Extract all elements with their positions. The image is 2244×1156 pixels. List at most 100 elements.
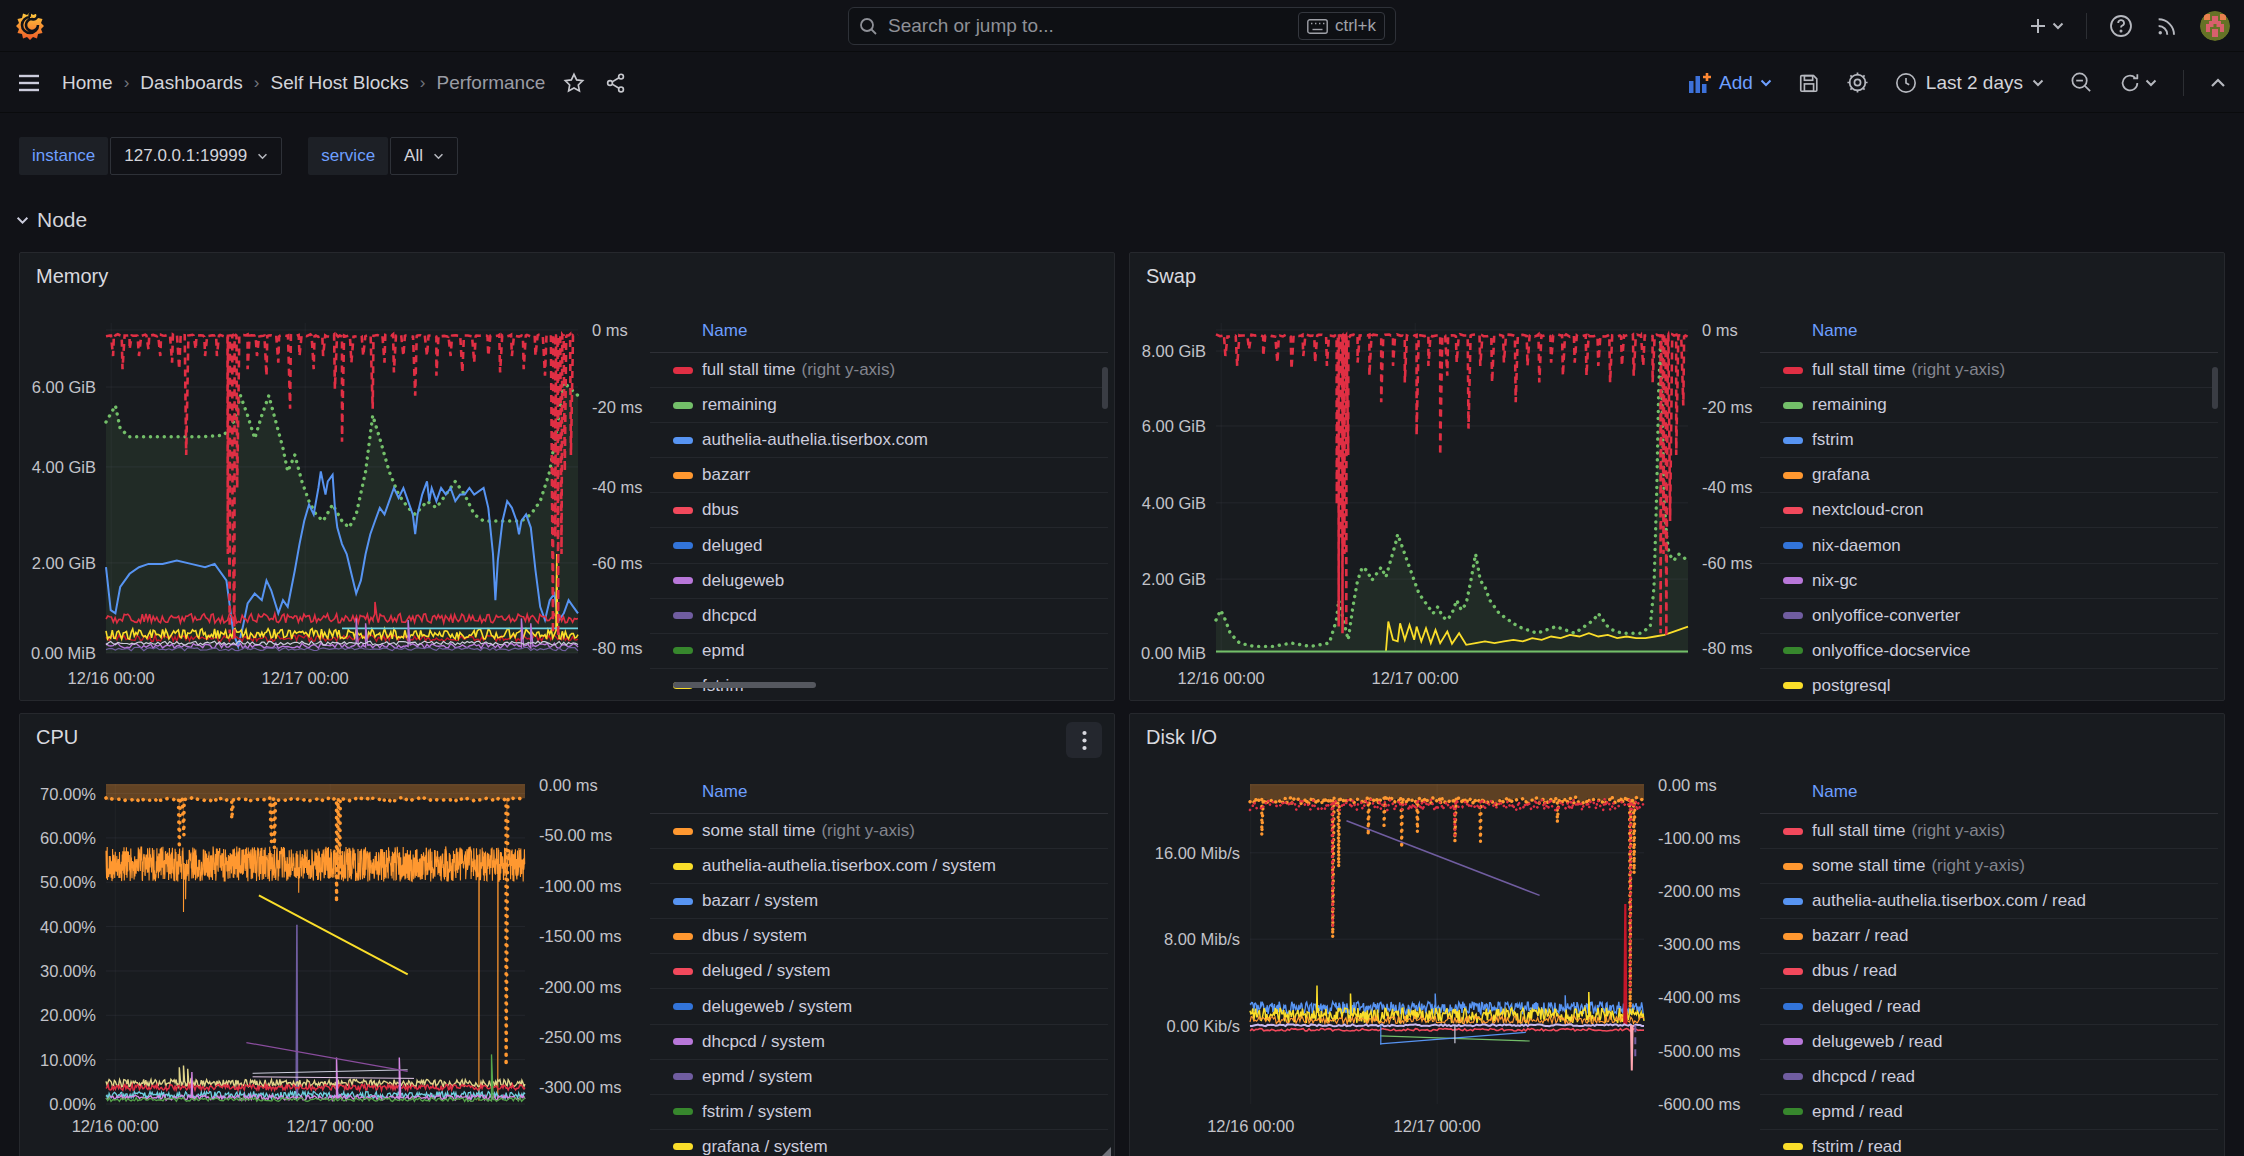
legend-item[interactable]: dbus / system [650, 919, 1108, 954]
legend-item[interactable]: nextcloud-cron [1760, 493, 2218, 528]
panel-title[interactable]: CPU [36, 726, 78, 749]
grafana-logo[interactable] [14, 10, 46, 42]
legend-suffix: (right y-axis) [821, 821, 915, 841]
zoom-out-icon[interactable] [2070, 71, 2093, 94]
legend-item[interactable]: nix-daemon [1760, 528, 2218, 563]
time-range-picker[interactable]: Last 2 days [1895, 72, 2044, 94]
variable-value-dropdown[interactable]: 127.0.0.1:19999 [110, 137, 282, 175]
legend-item[interactable]: epmd [650, 634, 1108, 669]
share-icon[interactable] [605, 72, 627, 94]
legend-label: fstrim [1812, 430, 1854, 450]
legend-item[interactable]: some stall time(right y-axis) [650, 814, 1108, 849]
breadcrumb-home[interactable]: Home [62, 72, 113, 94]
legend-item[interactable]: deluged / read [1760, 989, 2218, 1024]
series-blue-diag [1380, 1032, 1526, 1044]
legend-item[interactable]: onlyoffice-converter [1760, 599, 2218, 634]
help-button[interactable] [2109, 14, 2133, 38]
new-button[interactable] [2028, 16, 2064, 36]
legend-item[interactable]: authelia-authelia.tiserbox.com / read [1760, 884, 2218, 919]
legend-item[interactable]: fstrim / read [1760, 1130, 2218, 1156]
axis-tick-label: -60 ms [592, 554, 642, 572]
series-pink-dotted [1250, 1029, 1644, 1032]
panel-legend: Name full stall time(right y-axis)remaini… [650, 309, 1108, 700]
legend-item[interactable]: delugeweb / system [650, 989, 1108, 1024]
save-icon[interactable] [1798, 72, 1820, 94]
variable-value-dropdown[interactable]: All [390, 137, 458, 175]
avatar[interactable] [2200, 11, 2230, 41]
menu-icon[interactable] [18, 74, 40, 92]
axis-tick-label: -200.00 ms [539, 978, 622, 996]
search-placeholder: Search or jump to... [888, 15, 1298, 37]
gear-icon[interactable] [1846, 71, 1869, 94]
variable-bar: instance 127.0.0.1:19999 service All [19, 137, 458, 175]
axis-tick-label: 4.00 GiB [32, 458, 96, 476]
series-some-stall [1250, 797, 1644, 1008]
panel-title[interactable]: Swap [1146, 265, 1196, 288]
news-button[interactable] [2155, 15, 2178, 38]
refresh-button[interactable] [2119, 72, 2157, 94]
legend-item[interactable]: epmd / system [650, 1060, 1108, 1095]
legend-item[interactable]: some stall time(right y-axis) [1760, 849, 2218, 884]
chart-memory[interactable]: 0.00 MiB2.00 GiB4.00 GiB6.00 GiB0 ms-20 … [20, 253, 648, 701]
legend-item[interactable]: full stall time(right y-axis) [1760, 353, 2218, 388]
add-button[interactable]: Add [1688, 72, 1772, 94]
axis-tick-label: 6.00 GiB [1142, 417, 1206, 435]
legend-item[interactable]: fstrim [1760, 423, 2218, 458]
legend-header: Name [650, 309, 1108, 353]
legend-h-scrollbar[interactable] [673, 682, 816, 688]
legend-item[interactable]: dhcpcd / system [650, 1025, 1108, 1060]
legend-item[interactable]: authelia-authelia.tiserbox.com / system [650, 849, 1108, 884]
legend-label: onlyoffice-converter [1812, 606, 1960, 626]
legend-item[interactable]: postgresql [1760, 669, 2218, 700]
legend-item[interactable]: dhcpcd [650, 599, 1108, 634]
legend-item[interactable]: epmd / read [1760, 1095, 2218, 1130]
legend-item[interactable]: grafana / system [650, 1130, 1108, 1156]
breadcrumb-folder[interactable]: Self Host Blocks [270, 72, 408, 94]
legend-label: some stall time [1812, 856, 1925, 876]
panel-title[interactable]: Memory [36, 265, 108, 288]
legend-header-name: Name [702, 321, 747, 341]
legend-item[interactable]: onlyoffice-docservice [1760, 634, 2218, 669]
collapse-icon[interactable] [2210, 78, 2226, 88]
legend-item[interactable]: delugeweb / read [1760, 1025, 2218, 1060]
star-icon[interactable] [563, 72, 585, 94]
legend-item[interactable]: dbus [650, 493, 1108, 528]
legend-item[interactable]: authelia-authelia.tiserbox.com [650, 423, 1108, 458]
legend-item[interactable]: dhcpcd / read [1760, 1060, 2218, 1095]
legend-item[interactable]: remaining [1760, 388, 2218, 423]
legend-item[interactable]: bazarr / system [650, 884, 1108, 919]
search-input[interactable]: Search or jump to... ctrl+k [848, 7, 1396, 45]
panel-menu-button[interactable] [1066, 722, 1102, 758]
legend-scrollbar[interactable] [2212, 367, 2218, 409]
section-row-node[interactable]: Node [16, 208, 87, 232]
chart-cpu[interactable]: 0.00%10.00%20.00%30.00%40.00%50.00%60.00… [20, 714, 648, 1156]
axis-tick-label: -80 ms [592, 639, 642, 657]
legend-item[interactable]: bazarr [650, 458, 1108, 493]
legend-item[interactable]: bazarr / read [1760, 919, 2218, 954]
legend-swatch [1783, 1073, 1803, 1080]
legend-swatch [673, 1108, 693, 1115]
legend-label: bazarr [702, 465, 750, 485]
axis-tick-label: -150.00 ms [539, 927, 622, 945]
legend-item[interactable]: remaining [650, 388, 1108, 423]
legend-item[interactable]: deluged [650, 528, 1108, 563]
legend-label: nextcloud-cron [1812, 500, 1924, 520]
legend-scrollbar[interactable] [1102, 367, 1108, 409]
chart-disk-i-o[interactable]: 0.00 Kib/s8.00 Mib/s16.00 Mib/s0.00 ms-1… [1130, 714, 1758, 1156]
kebab-icon [1082, 730, 1087, 751]
legend-item[interactable]: full stall time(right y-axis) [1760, 814, 2218, 849]
chart-swap[interactable]: 0.00 MiB2.00 GiB4.00 GiB6.00 GiB8.00 GiB… [1130, 253, 1758, 701]
axis-tick-label: 12/16 00:00 [68, 669, 155, 687]
axis-tick-label: 6.00 GiB [32, 378, 96, 396]
legend-item[interactable]: fstrim / system [650, 1095, 1108, 1130]
legend-item[interactable]: nix-gc [1760, 564, 2218, 599]
panel-title[interactable]: Disk I/O [1146, 726, 1217, 749]
legend-label: dhcpcd / read [1812, 1067, 1915, 1087]
legend-item[interactable]: full stall time(right y-axis) [650, 353, 1108, 388]
breadcrumb-dashboards[interactable]: Dashboards [140, 72, 242, 94]
legend-item[interactable]: delugeweb [650, 564, 1108, 599]
legend-label: delugeweb [702, 571, 784, 591]
legend-item[interactable]: dbus / read [1760, 954, 2218, 989]
legend-item[interactable]: deluged / system [650, 954, 1108, 989]
legend-item[interactable]: grafana [1760, 458, 2218, 493]
